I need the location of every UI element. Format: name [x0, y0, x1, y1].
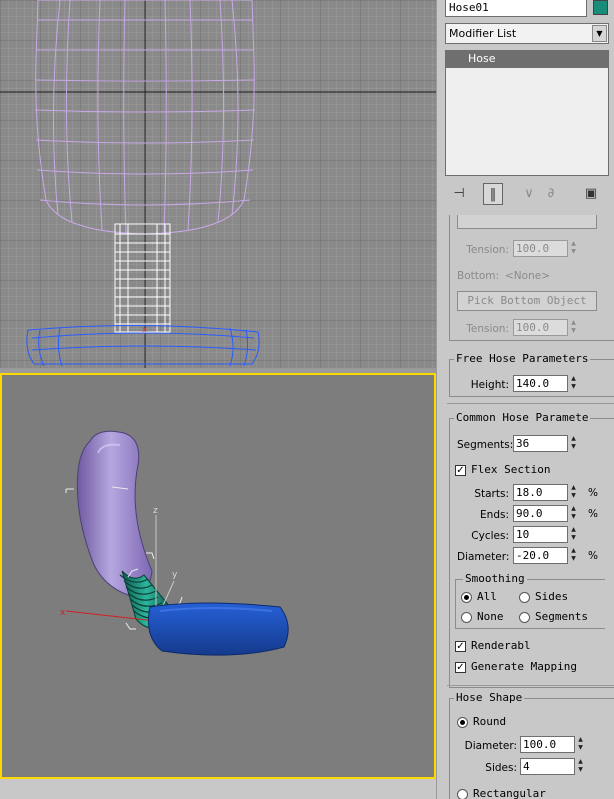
flex-section-checkbox[interactable]: ✓ [455, 465, 466, 476]
free-hose-params-title: Free Hose Parameters [454, 352, 591, 365]
cycles-label: Cycles: [471, 530, 509, 542]
chevron-down-icon[interactable]: ▼ [592, 25, 607, 42]
segments-spinner[interactable]: ▲ ▼ [569, 435, 578, 452]
tension-top-spinner[interactable]: ▲ ▼ [569, 240, 578, 257]
svg-text:x: x [60, 608, 66, 618]
smoothing-none-label: None [477, 610, 504, 623]
show-end-result-icon[interactable]: ‖ [483, 183, 503, 205]
pin-stack-icon[interactable]: ⊣ [449, 183, 469, 205]
svg-text:z: z [153, 506, 158, 516]
command-panel: Hose01 Modifier List ▼ Hose ⊣ ‖ ∨ ∂ ▣ Te… [436, 0, 614, 799]
cycles-spinner[interactable]: ▲ ▼ [569, 526, 578, 543]
tension-top-field[interactable]: 100.0 [513, 240, 568, 257]
remove-modifier-icon[interactable]: ∂ [541, 183, 561, 205]
modifier-list-label: Modifier List [449, 27, 517, 40]
diameter-spinner[interactable]: ▲ ▼ [569, 547, 578, 564]
cycles-field[interactable]: 10 [513, 526, 568, 543]
smoothing-none-radio[interactable] [461, 612, 472, 623]
starts-field[interactable]: 18.0 [513, 484, 568, 501]
diameter-percent: % [588, 550, 598, 562]
svg-text:y: y [172, 570, 178, 580]
object-color-swatch[interactable] [593, 0, 608, 15]
tension-top-label: Tension: [466, 244, 509, 256]
configure-modifier-sets-icon[interactable]: ▣ [581, 183, 601, 205]
hose-shape-title: Hose Shape [454, 691, 525, 704]
smoothing-sides-radio[interactable] [519, 592, 530, 603]
shape-sides-label: Sides: [485, 762, 517, 774]
top-viewport-canvas[interactable]: x [0, 0, 436, 368]
shape-sides-spinner[interactable]: ▲ ▼ [576, 758, 585, 775]
diameter-label: Diameter: [457, 551, 510, 563]
rollout-area[interactable]: Tension: 100.0 ▲ ▼ Bottom: <None> Pick Bo… [447, 215, 614, 799]
ends-label: Ends: [480, 509, 509, 521]
shape-round-label: Round [473, 715, 507, 728]
flex-section-label: Flex Section [471, 463, 551, 476]
rollout-divider [447, 403, 614, 404]
starts-spinner[interactable]: ▲ ▼ [569, 484, 578, 501]
pick-top-object-button[interactable] [457, 215, 597, 229]
status-strip [0, 779, 436, 799]
common-hose-params-title: Common Hose Paramete [454, 411, 591, 424]
seat-back-mesh[interactable] [76, 430, 153, 598]
shape-diameter-field[interactable]: 100.0 [520, 736, 575, 753]
smoothing-title: Smoothing [463, 572, 527, 585]
seat-base-mesh[interactable] [148, 602, 289, 656]
rollout-divider [447, 685, 614, 686]
modifier-stack[interactable]: Hose [445, 50, 609, 176]
stack-toolbar: ⊣ ‖ ∨ ∂ ▣ [445, 180, 609, 208]
bottom-label: Bottom: [457, 270, 500, 282]
perspective-viewport[interactable]: x z y [0, 373, 436, 779]
tension-bottom-label: Tension: [466, 323, 509, 335]
smoothing-all-label: All [477, 590, 497, 603]
shape-rectangular-label: Rectangular [473, 787, 546, 799]
starts-percent: % [588, 487, 598, 499]
diameter-field[interactable]: -20.0 [513, 547, 568, 564]
segments-label: Segments: [457, 439, 514, 451]
ends-spinner[interactable]: ▲ ▼ [569, 505, 578, 522]
tension-bottom-spinner[interactable]: ▲ ▼ [569, 319, 578, 336]
shape-rectangular-radio[interactable] [457, 789, 468, 799]
segments-field[interactable]: 36 [513, 435, 568, 452]
renderable-checkbox[interactable]: ✓ [455, 641, 466, 652]
stack-item-hose[interactable]: Hose [446, 51, 608, 68]
height-field[interactable]: 140.0 [513, 375, 568, 392]
shape-diameter-label: Diameter: [464, 740, 517, 752]
shape-diameter-spinner[interactable]: ▲ ▼ [576, 736, 585, 753]
generate-mapping-checkbox[interactable]: ✓ [455, 662, 466, 673]
shape-round-radio[interactable] [457, 717, 468, 728]
make-unique-icon[interactable]: ∨ [519, 183, 539, 205]
starts-label: Starts: [474, 488, 509, 500]
smoothing-all-radio[interactable] [461, 592, 472, 603]
perspective-viewport-canvas[interactable]: x z y [2, 375, 434, 777]
generate-mapping-label: Generate Mapping [471, 660, 577, 673]
object-name-field[interactable]: Hose01 [445, 0, 587, 17]
renderable-label: Renderabl [471, 639, 531, 652]
height-label: Height: [470, 379, 509, 391]
top-viewport[interactable]: x [0, 0, 436, 368]
bottom-value: <None> [505, 270, 550, 282]
pick-bottom-object-button[interactable]: Pick Bottom Object [457, 291, 597, 311]
modifier-list-dropdown[interactable]: Modifier List ▼ [445, 23, 609, 44]
smoothing-sides-label: Sides [535, 590, 569, 603]
shape-sides-field[interactable]: 4 [520, 758, 575, 775]
smoothing-segments-label: Segments [535, 610, 588, 623]
ends-field[interactable]: 90.0 [513, 505, 568, 522]
ends-percent: % [588, 508, 598, 520]
smoothing-segments-radio[interactable] [519, 612, 530, 623]
tension-bottom-field[interactable]: 100.0 [513, 319, 568, 336]
viewport-grid [0, 0, 436, 368]
height-spinner[interactable]: ▲ ▼ [569, 375, 578, 392]
